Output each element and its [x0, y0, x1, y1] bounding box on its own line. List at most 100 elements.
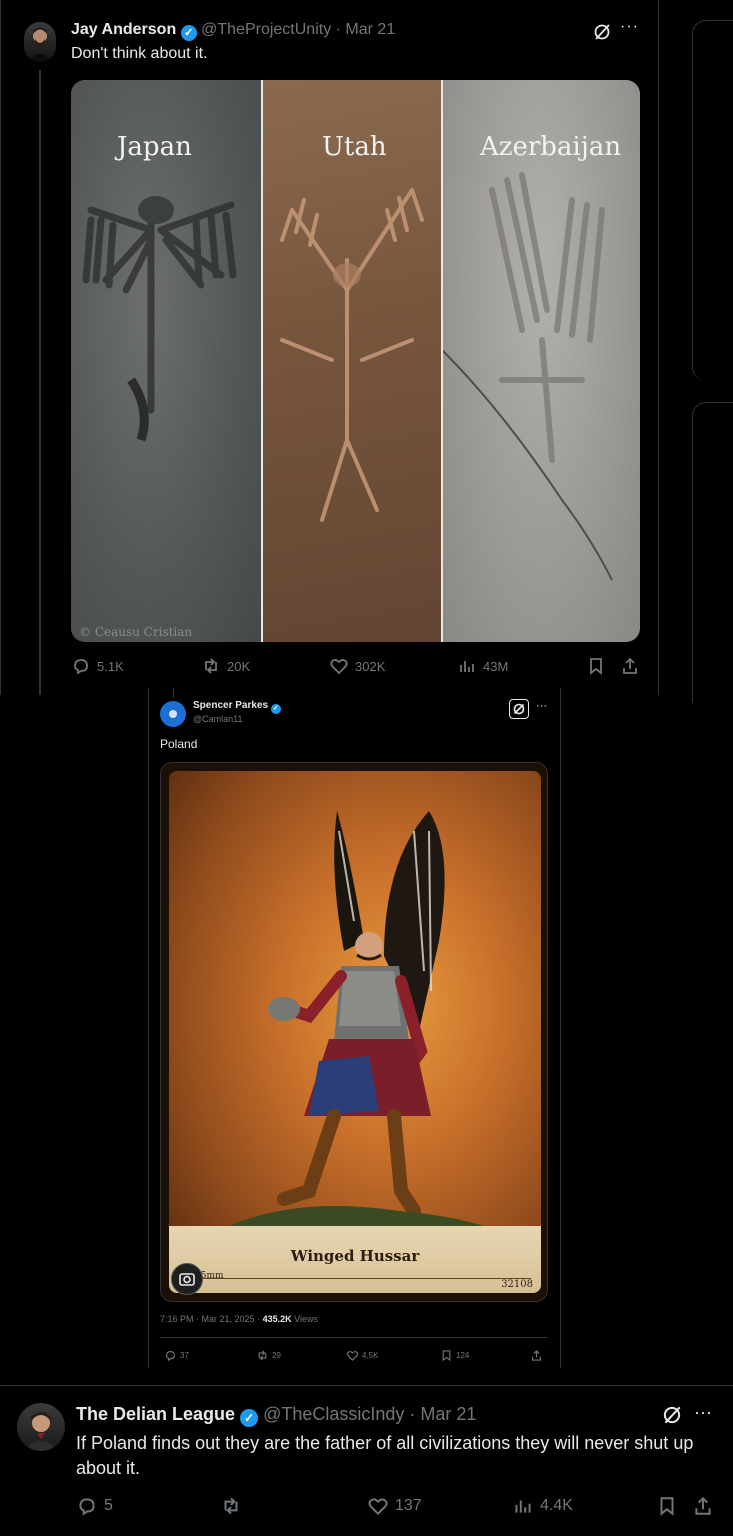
repost-count: 20K — [227, 658, 251, 674]
tweet-separator — [0, 1385, 733, 1386]
heart-icon — [330, 659, 348, 675]
repost-button[interactable] — [220, 1495, 248, 1517]
post-timestamp: 7:16 PM · Mar 21, 2025 · — [160, 1314, 261, 1324]
tweet-text: Don't think about it. — [71, 45, 208, 62]
share-icon — [532, 1349, 541, 1361]
share-icon — [623, 657, 637, 674]
tweet-image[interactable]: Japan © Ceausu Cristian Utah Azerbaijan — [71, 80, 640, 642]
image-panel-japan: Japan © Ceausu Cristian — [71, 80, 261, 642]
embed-meta: 7:16 PM · Mar 21, 2025 · 435.2K Views — [160, 1314, 318, 1324]
bookmark-icon — [442, 1349, 451, 1361]
grok-icon[interactable] — [509, 699, 529, 719]
repost-count: 29 — [272, 1350, 281, 1360]
embed-left-border — [148, 688, 149, 1368]
views-button[interactable]: 43M — [457, 656, 508, 676]
views-button[interactable]: 4.4K — [512, 1495, 573, 1517]
heart-icon — [368, 1498, 388, 1516]
thread-line — [39, 70, 41, 695]
tweet-actions: 5 137 4.4K — [76, 1493, 716, 1519]
like-button[interactable]: 4.5K — [346, 1349, 378, 1362]
card-title: Winged Hussar — [290, 1247, 420, 1265]
share-button[interactable] — [530, 1349, 543, 1362]
winged-hussar-figure — [229, 811, 499, 1241]
verified-badge-icon: ✓ — [240, 1409, 259, 1427]
grok-icon[interactable] — [661, 1404, 683, 1426]
analytics-icon — [460, 661, 474, 672]
post-views-count: 435.2K — [262, 1314, 292, 1324]
share-button[interactable] — [692, 1495, 714, 1517]
camera-icon[interactable] — [171, 1263, 203, 1295]
bookmark-button[interactable] — [586, 656, 606, 676]
author-name[interactable]: Jay Anderson — [71, 21, 176, 38]
card-rule — [179, 1278, 531, 1279]
tweet-actions: 5.1K 20K 302K 43M — [71, 654, 641, 678]
embed-text: Poland — [160, 737, 198, 751]
panel-caption: Utah — [322, 132, 387, 162]
like-count: 302K — [355, 658, 386, 674]
like-button[interactable]: 302K — [329, 656, 385, 676]
repost-button[interactable]: 29 — [256, 1349, 281, 1362]
avatar[interactable] — [17, 1403, 65, 1451]
reply-icon — [79, 1498, 95, 1516]
reply-icon — [166, 1350, 175, 1361]
avatar[interactable] — [160, 701, 186, 727]
more-options-icon[interactable]: ··· — [536, 700, 547, 712]
bookmark-count: 124 — [456, 1350, 470, 1360]
author-handle[interactable]: @Camlan11 — [193, 714, 243, 724]
timeline-left-border — [0, 0, 1, 695]
bookmark-button[interactable]: 124 — [440, 1349, 469, 1362]
panel-divider — [441, 80, 443, 642]
card-art: Winged Hussar 32108 75mm — [169, 771, 541, 1293]
repost-icon — [258, 1350, 267, 1360]
analytics-icon — [515, 1500, 531, 1513]
author-handle[interactable]: @TheClassicIndy — [263, 1404, 404, 1424]
embed-header: Spencer Parkes ✓ — [193, 700, 281, 714]
repost-icon — [224, 1497, 238, 1515]
embed-actions: 37 29 4.5K 124 — [160, 1346, 548, 1364]
share-icon — [695, 1496, 711, 1515]
embed-divider — [160, 1337, 548, 1338]
bookmark-icon — [590, 658, 602, 675]
share-button[interactable] — [620, 656, 640, 676]
views-count: 4.4K — [540, 1497, 573, 1514]
tweet-date[interactable]: · Mar 21 — [409, 1404, 476, 1424]
tweet-header: The Delian League ✓ @TheClassicIndy · Ma… — [76, 1404, 476, 1427]
like-button[interactable]: 137 — [367, 1495, 422, 1517]
image-panel-azerbaijan: Azerbaijan — [442, 80, 640, 642]
bookmark-icon — [660, 1497, 674, 1516]
views-count: 43M — [483, 658, 509, 674]
reply-button[interactable]: 5.1K — [71, 656, 124, 676]
tweet-date[interactable]: · Mar 21 — [336, 21, 396, 38]
bookmark-button[interactable] — [656, 1495, 678, 1517]
tweet-text: If Poland finds out they are the father … — [76, 1433, 694, 1478]
embed-image[interactable]: Winged Hussar 32108 75mm — [160, 762, 548, 1302]
panel-divider — [261, 80, 263, 642]
tweet-header: Jay Anderson ✓ @TheProjectUnity · Mar 21 — [71, 21, 395, 41]
embed-right-border — [560, 688, 561, 1368]
side-card-edge-bottom — [692, 402, 733, 703]
heart-icon — [346, 1350, 359, 1361]
timeline-right-border — [658, 0, 659, 695]
side-card-edge-top — [692, 20, 733, 381]
author-name[interactable]: Spencer Parkes — [193, 700, 268, 711]
reply-icon — [74, 659, 88, 675]
reply-button[interactable]: 5 — [76, 1495, 113, 1517]
more-options-icon[interactable]: ··· — [620, 18, 640, 38]
reply-button[interactable]: 37 — [164, 1349, 189, 1362]
avatar[interactable] — [24, 22, 56, 62]
image-panel-utah: Utah — [262, 80, 441, 642]
embed-thread-line — [173, 688, 174, 698]
verified-badge-icon: ✓ — [270, 704, 281, 714]
photo-credit: © Ceausu Cristian — [79, 625, 193, 639]
reply-count: 5 — [104, 1497, 113, 1514]
panel-caption: Azerbaijan — [480, 132, 622, 162]
verified-badge-icon: ✓ — [180, 25, 197, 41]
author-name[interactable]: The Delian League — [76, 1404, 235, 1424]
grok-icon[interactable] — [592, 22, 612, 42]
more-options-icon[interactable]: ··· — [694, 1402, 712, 1423]
panel-caption: Japan — [117, 132, 192, 162]
repost-icon — [205, 658, 217, 674]
reply-count: 5.1K — [97, 658, 124, 674]
author-handle[interactable]: @TheProjectUnity — [201, 21, 331, 38]
repost-button[interactable]: 20K — [201, 656, 250, 676]
